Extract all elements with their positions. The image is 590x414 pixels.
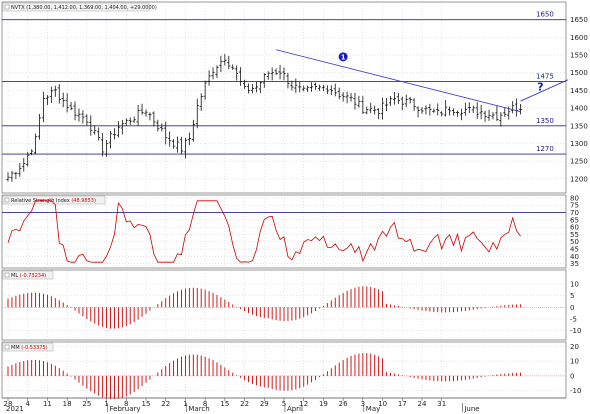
x-tick-label: 22 — [161, 400, 170, 408]
legend-name: NVTX — [11, 5, 26, 11]
y-tick-label: 1300 — [570, 140, 588, 148]
x-tick-label: 1 — [183, 400, 187, 408]
y-tick-label: 70 — [570, 209, 579, 217]
y-tick-label: 65 — [570, 216, 579, 224]
y-tick-label: 1550 — [570, 52, 588, 60]
y-tick-label: 1350 — [570, 122, 588, 130]
y-tick-label: 0 — [570, 304, 574, 312]
level-label: 1650 — [536, 11, 554, 19]
y-tick-label: 35 — [570, 260, 579, 268]
panel-legend: ML (-0.73234) — [2, 270, 54, 280]
x-tick-label: 29 — [260, 400, 269, 408]
month-label: June — [463, 405, 479, 413]
y-tick-label: 20 — [570, 343, 579, 351]
x-tick-label: 12 — [299, 400, 308, 408]
legend-text: ML (-0.73234) — [11, 273, 46, 279]
legend-values: (-0.73234) — [20, 273, 46, 279]
y-tick-label: 40 — [570, 253, 579, 261]
y-tick-label: 50 — [570, 238, 579, 246]
legend-checkbox — [4, 4, 10, 10]
legend-checkbox — [4, 272, 10, 278]
legend-values: (48.9853) — [71, 198, 96, 204]
x-tick-label: 17 — [398, 400, 407, 408]
x-tick-label: 22 — [240, 400, 249, 408]
x-tick-label: 3 — [361, 400, 365, 408]
x-tick-label: 18 — [63, 400, 72, 408]
x-tick-label: 24 — [418, 400, 427, 408]
y-tick-label: 80 — [570, 194, 579, 202]
x-axis: 28 4 11 18 25 1February8 15 22 1March8 15 22 29 5Apr… — [2, 397, 566, 413]
legend-name: ML — [11, 273, 20, 279]
legend-name: MM — [11, 345, 21, 351]
legend-checkbox — [4, 197, 10, 203]
y-tick-label: 1600 — [570, 34, 588, 42]
y-tick-label: 1650 — [570, 16, 588, 24]
level-label: 1475 — [536, 73, 554, 81]
legend-text: MM (-0.53375) — [11, 345, 48, 351]
x-tick-label: 8 — [203, 400, 207, 408]
stock-chart: 1200125013001350140014501500155016001650… — [1, 1, 588, 413]
y-tick-label: 1500 — [570, 69, 588, 77]
level-label: 1270 — [536, 145, 554, 153]
x-tick-label: 8 — [124, 400, 128, 408]
y-tick-label: 1200 — [570, 175, 588, 183]
panel-3: -10 -5 0 5 10 ML (-0.73234) — [1, 269, 581, 341]
annotation-question-mark: ? — [537, 80, 543, 93]
y-tick-label: 45 — [570, 246, 579, 254]
x-tick-label: 10 — [378, 400, 387, 408]
y-tick-label: 1400 — [570, 105, 588, 113]
panel-legend: Relative Strength Index (48.9853) — [2, 195, 106, 205]
panel-legend: NVTX (1,380.00, 1,412.00, 1,369.00, 1,40… — [2, 2, 157, 12]
legend-text: NVTX (1,380.00, 1,412.00, 1,369.00, 1,40… — [11, 5, 157, 11]
x-tick-label: 5 — [282, 400, 286, 408]
y-tick-label: 1450 — [570, 87, 588, 95]
year-label: 2021 — [6, 405, 24, 413]
panel-legend: MM (-0.53375) — [2, 342, 54, 352]
y-tick-label: -10 — [570, 327, 581, 335]
legend-values: (-0.53375) — [21, 345, 47, 351]
x-tick-label: 26 — [339, 400, 348, 408]
y-tick-label: 0 — [570, 372, 574, 380]
x-tick-label: 19 — [319, 400, 328, 408]
x-tick-label: 11 — [43, 400, 52, 408]
x-tick-label: 31 — [437, 400, 446, 408]
y-tick-label: 1250 — [570, 158, 588, 166]
annotation-number: 1 — [341, 53, 346, 61]
y-tick-label: 5 — [570, 292, 574, 300]
panel-4: -10 0 10 20 MM (-0.53375) — [1, 341, 581, 400]
y-tick-label: 10 — [570, 281, 579, 289]
y-tick-label: 75 — [570, 202, 579, 210]
x-tick-label: 4 — [25, 400, 30, 408]
y-tick-label: 60 — [570, 224, 579, 232]
legend-checkbox — [4, 344, 10, 350]
panel-1: 1200 1250 1300 1350 1400 1450 1500 1550 1600 1650… — [1, 1, 588, 194]
panel-frame — [1, 269, 567, 341]
x-tick-label: 1 — [104, 400, 108, 408]
x-tick-label: 15 — [220, 400, 229, 408]
y-tick-label: -5 — [570, 316, 577, 324]
x-tick-label: 25 — [82, 400, 91, 408]
y-tick-label: -10 — [570, 387, 581, 395]
y-tick-label: 55 — [570, 231, 579, 239]
x-tick-label: 15 — [142, 400, 151, 408]
panel-2: 35404550556065707580 Relative Strength In… — [1, 194, 579, 269]
level-label: 1350 — [536, 117, 554, 125]
legend-values: (1,380.00, 1,412.00, 1,369.00, 1,404.00,… — [26, 5, 157, 11]
y-tick-label: 10 — [570, 358, 579, 366]
